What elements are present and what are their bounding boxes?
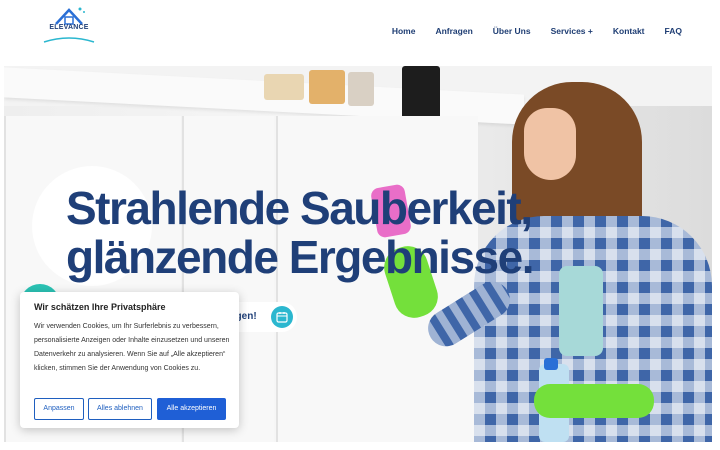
logo[interactable]: ELEVANCE (42, 4, 96, 48)
reject-all-cookies-button[interactable]: Alles ablehnen (88, 398, 152, 420)
calendar-icon (270, 306, 293, 328)
nav-kontakt[interactable]: Kontakt (613, 26, 645, 36)
hero-headline-line2: glänzende Ergebnisse. (66, 231, 534, 283)
hero-headline-line1: Strahlende Sauberkeit, (66, 182, 533, 234)
hero-headline: Strahlende Sauberkeit, glänzende Ergebni… (66, 184, 586, 282)
woman-image-face (524, 108, 576, 180)
cookie-consent-banner: Wir schätzen Ihre Privatsphäre Wir verwe… (20, 292, 239, 428)
site-header: ELEVANCE Home Anfragen Über Uns Services… (0, 0, 720, 66)
nav-home[interactable]: Home (392, 26, 416, 36)
accept-all-cookies-button[interactable]: Alle akzeptieren (157, 398, 226, 420)
nav-services[interactable]: Services + (551, 26, 593, 36)
cookie-text: Wir verwenden Cookies, um Ihr Surferlebn… (34, 323, 230, 372)
customize-cookies-button[interactable]: Anpassen (34, 398, 84, 420)
nav-anfragen[interactable]: Anfragen (435, 26, 472, 36)
glove-image (534, 384, 654, 418)
nav-faq[interactable]: FAQ (665, 26, 682, 36)
nav-ueber-uns[interactable]: Über Uns (493, 26, 531, 36)
cookie-title: Wir schätzen Ihre Privatsphäre (34, 302, 166, 312)
jar-image (348, 72, 374, 106)
main-nav: Home Anfragen Über Uns Services + Kontak… (372, 26, 682, 36)
jar-image (264, 74, 304, 100)
jar-image (309, 70, 345, 104)
logo-text: ELEVANCE (49, 24, 89, 31)
spray-bottle-nozzle (544, 358, 558, 370)
